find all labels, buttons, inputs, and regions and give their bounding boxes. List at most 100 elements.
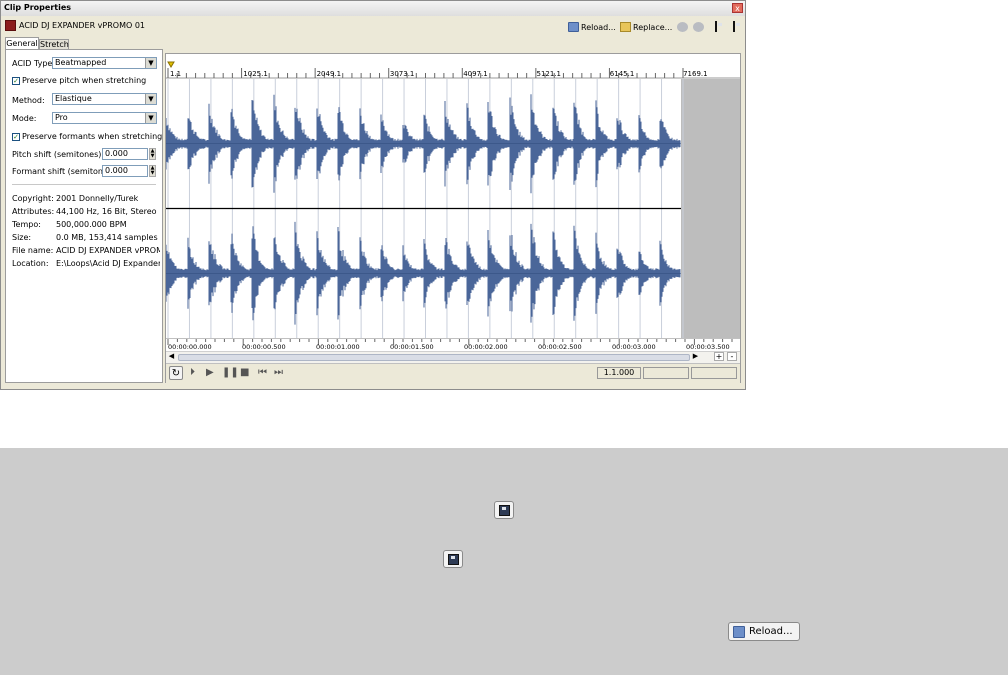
position-readout: 1.1.000 bbox=[597, 367, 641, 379]
tab-stretch[interactable]: Stretch bbox=[39, 39, 69, 49]
clip-icon bbox=[5, 20, 16, 31]
pause-icon[interactable]: ❚❚ bbox=[222, 367, 239, 378]
beat-ruler-svg: 1.1 1025.1 2049.1 3073.1 4097.1 5121.1 6145.1 7… bbox=[166, 61, 740, 79]
time-ruler: 00:00:00.000 00:00:00.500 00:00:01.000 00:0… bbox=[166, 338, 740, 351]
acid-type-label: ACID Type: bbox=[12, 59, 56, 68]
play-icon[interactable]: ▶ bbox=[206, 367, 214, 378]
general-panel: ACID Type: Beatmapped ▼ ✓ Preserve pitch… bbox=[5, 49, 163, 383]
acid-type-select[interactable]: Beatmapped ▼ bbox=[52, 57, 157, 69]
time-tick-label: 00:00:02.000 bbox=[464, 343, 508, 351]
waveform-svg bbox=[165, 79, 740, 338]
time-tick-label: 00:00:01.000 bbox=[316, 343, 360, 351]
chevron-down-icon: ▼ bbox=[145, 113, 156, 123]
formant-shift-stepper[interactable]: ▲ ▼ bbox=[149, 165, 156, 177]
reload-button[interactable]: Reload... bbox=[728, 622, 800, 641]
info-label: Copyright: bbox=[12, 194, 54, 203]
folder-icon bbox=[620, 22, 631, 32]
reload-label: Reload... bbox=[581, 22, 616, 32]
time-tick-label: 00:00:03.500 bbox=[686, 343, 730, 351]
past-end-region bbox=[681, 79, 740, 338]
ruler-tick-label: 4097.1 bbox=[463, 70, 488, 78]
info-value: ACID DJ EXPANDER vPROMO 0 bbox=[56, 246, 160, 255]
replace-button[interactable]: Replace... bbox=[620, 20, 672, 34]
info-value: 500,000.000 BPM bbox=[56, 220, 127, 229]
save-icon bbox=[447, 553, 459, 565]
clip-name: ACID DJ EXPANDER vPROMO 01 bbox=[19, 21, 145, 30]
window-title: Clip Properties bbox=[4, 3, 72, 12]
reload-icon bbox=[733, 625, 745, 638]
save-icon[interactable] bbox=[715, 21, 717, 32]
save-as-icon[interactable] bbox=[733, 21, 735, 32]
method-select[interactable]: Elastique ▼ bbox=[52, 93, 157, 105]
method-label: Method: bbox=[12, 96, 45, 105]
info-value: 44,100 Hz, 16 Bit, Stereo bbox=[56, 207, 157, 216]
loop-icon[interactable]: ↻ bbox=[169, 366, 183, 380]
start-marker-icon bbox=[167, 61, 175, 68]
ruler-tick-label: 2049.1 bbox=[317, 70, 342, 78]
scroll-thumb[interactable] bbox=[178, 354, 690, 361]
info-label: Attributes: bbox=[12, 207, 55, 216]
mode-select[interactable]: Pro ▼ bbox=[52, 112, 157, 124]
close-button[interactable]: x bbox=[732, 3, 743, 13]
replace-label: Replace... bbox=[633, 22, 673, 32]
ruler-tick-label: 6145.1 bbox=[610, 70, 635, 78]
beat-ruler: 1.1 1025.1 2049.1 3073.1 4097.1 5121.1 6145.1 7… bbox=[166, 54, 740, 80]
annotation-area bbox=[0, 448, 1008, 675]
waveform-display[interactable] bbox=[165, 79, 740, 338]
chevron-down-icon: ▼ bbox=[145, 94, 156, 104]
search-icon[interactable] bbox=[693, 22, 704, 32]
title-bar: Clip Properties x bbox=[1, 1, 745, 17]
zoom-out-button[interactable]: - bbox=[727, 352, 737, 361]
stop-icon[interactable]: ■ bbox=[240, 367, 249, 378]
status-field bbox=[643, 367, 689, 379]
divider bbox=[12, 184, 156, 185]
refresh-icon[interactable] bbox=[677, 22, 688, 32]
chevron-down-icon: ▼ bbox=[145, 58, 156, 68]
method-value: Elastique bbox=[55, 94, 92, 103]
pitch-shift-stepper[interactable]: ▲ ▼ bbox=[149, 148, 156, 160]
transport-bar: ↻ ⏵ ▶ ❚❚ ■ ⏮ ⏭ 1.1.000 bbox=[166, 363, 740, 383]
horizontal-scrollbar[interactable]: ◀ ▶ + - bbox=[166, 351, 740, 363]
play-from-start-icon[interactable]: ⏵ bbox=[190, 367, 195, 378]
time-ruler-svg: 00:00:00.000 00:00:00.500 00:00:01.000 00:0… bbox=[167, 339, 733, 351]
ruler-tick-label: 3073.1 bbox=[390, 70, 415, 78]
mode-value: Pro bbox=[55, 113, 68, 122]
preserve-pitch-checkbox[interactable]: ✓ bbox=[12, 77, 20, 85]
time-tick-label: 00:00:00.500 bbox=[242, 343, 286, 351]
ruler-tick-label: 7169.1 bbox=[683, 70, 708, 78]
scroll-right-icon[interactable]: ▶ bbox=[691, 352, 700, 361]
clip-header: ACID DJ EXPANDER vPROMO 01 Reload... Rep… bbox=[1, 16, 745, 36]
acid-type-value: Beatmapped bbox=[55, 58, 107, 67]
waveform-panel: 1.1 1025.1 2049.1 3073.1 4097.1 5121.1 6145.1 7… bbox=[165, 53, 741, 383]
info-label: Tempo: bbox=[12, 220, 41, 229]
reload-label: Reload... bbox=[749, 626, 793, 637]
zoom-in-button[interactable]: + bbox=[714, 352, 724, 361]
formant-shift-input[interactable]: 0.000 bbox=[102, 165, 148, 177]
info-value: E:\Loops\Acid DJ Expander\ bbox=[56, 259, 160, 268]
time-tick-label: 00:00:02.500 bbox=[538, 343, 582, 351]
reload-icon bbox=[568, 22, 579, 32]
info-label: File name: bbox=[12, 246, 54, 255]
time-tick-label: 00:00:00.000 bbox=[168, 343, 212, 351]
save-button[interactable] bbox=[443, 550, 463, 568]
info-value: 0.0 MB, 153,414 samples bbox=[56, 233, 158, 242]
go-to-start-icon[interactable]: ⏮ bbox=[258, 367, 267, 378]
info-value: 2001 Donnelly/Turek bbox=[56, 194, 139, 203]
info-label: Size: bbox=[12, 233, 32, 242]
preserve-formants-label: Preserve formants when stretching bbox=[22, 132, 163, 141]
go-to-end-icon[interactable]: ⏭ bbox=[274, 367, 283, 378]
preserve-formants-checkbox[interactable]: ✓ bbox=[12, 133, 20, 141]
pitch-shift-input[interactable]: 0.000 bbox=[102, 148, 148, 160]
info-label: Location: bbox=[12, 259, 49, 268]
save-button[interactable] bbox=[494, 501, 514, 519]
pitch-shift-label: Pitch shift (semitones): bbox=[12, 150, 105, 159]
clip-properties-window: Clip Properties x ACID DJ EXPANDER vPROM… bbox=[0, 0, 746, 390]
ruler-tick-label: 1.1 bbox=[170, 70, 181, 78]
reload-button[interactable]: Reload... bbox=[568, 20, 616, 34]
tab-general[interactable]: General bbox=[5, 37, 39, 49]
ruler-tick-label: 5121.1 bbox=[537, 70, 562, 78]
time-tick-label: 00:00:03.000 bbox=[612, 343, 656, 351]
ruler-tick-label: 1025.1 bbox=[243, 70, 267, 78]
status-field bbox=[691, 367, 737, 379]
scroll-left-icon[interactable]: ◀ bbox=[167, 352, 176, 361]
